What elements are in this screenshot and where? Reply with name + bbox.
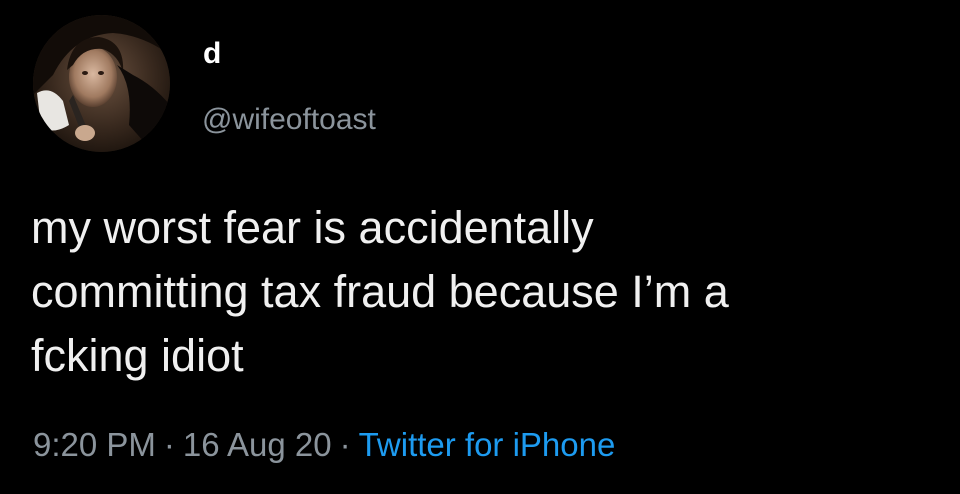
author-handle[interactable]: @wifeoftoast [202,102,376,138]
tweet-text-line: my worst fear is accidentally [31,202,594,253]
meta-separator: · [163,426,175,463]
tweet-metadata: 9:20 PM · 16 Aug 20 · Twitter for iPhone [33,424,615,466]
tweet-time[interactable]: 9:20 PM [33,426,156,463]
tweet-text-line: fcking idiot [31,330,244,381]
tweet-source-link[interactable]: Twitter for iPhone [359,426,616,463]
avatar[interactable] [33,15,170,152]
tweet-text: my worst fear is accidentally committing… [31,196,931,388]
tweet-text-line: committing tax fraud because I’m a [31,266,729,317]
tweet-card: d @wifeoftoast my worst fear is accident… [0,0,960,494]
avatar-photo [33,15,170,152]
tweet-date[interactable]: 16 Aug 20 [183,426,332,463]
author-display-name[interactable]: d [203,36,221,72]
meta-separator: · [339,426,351,463]
